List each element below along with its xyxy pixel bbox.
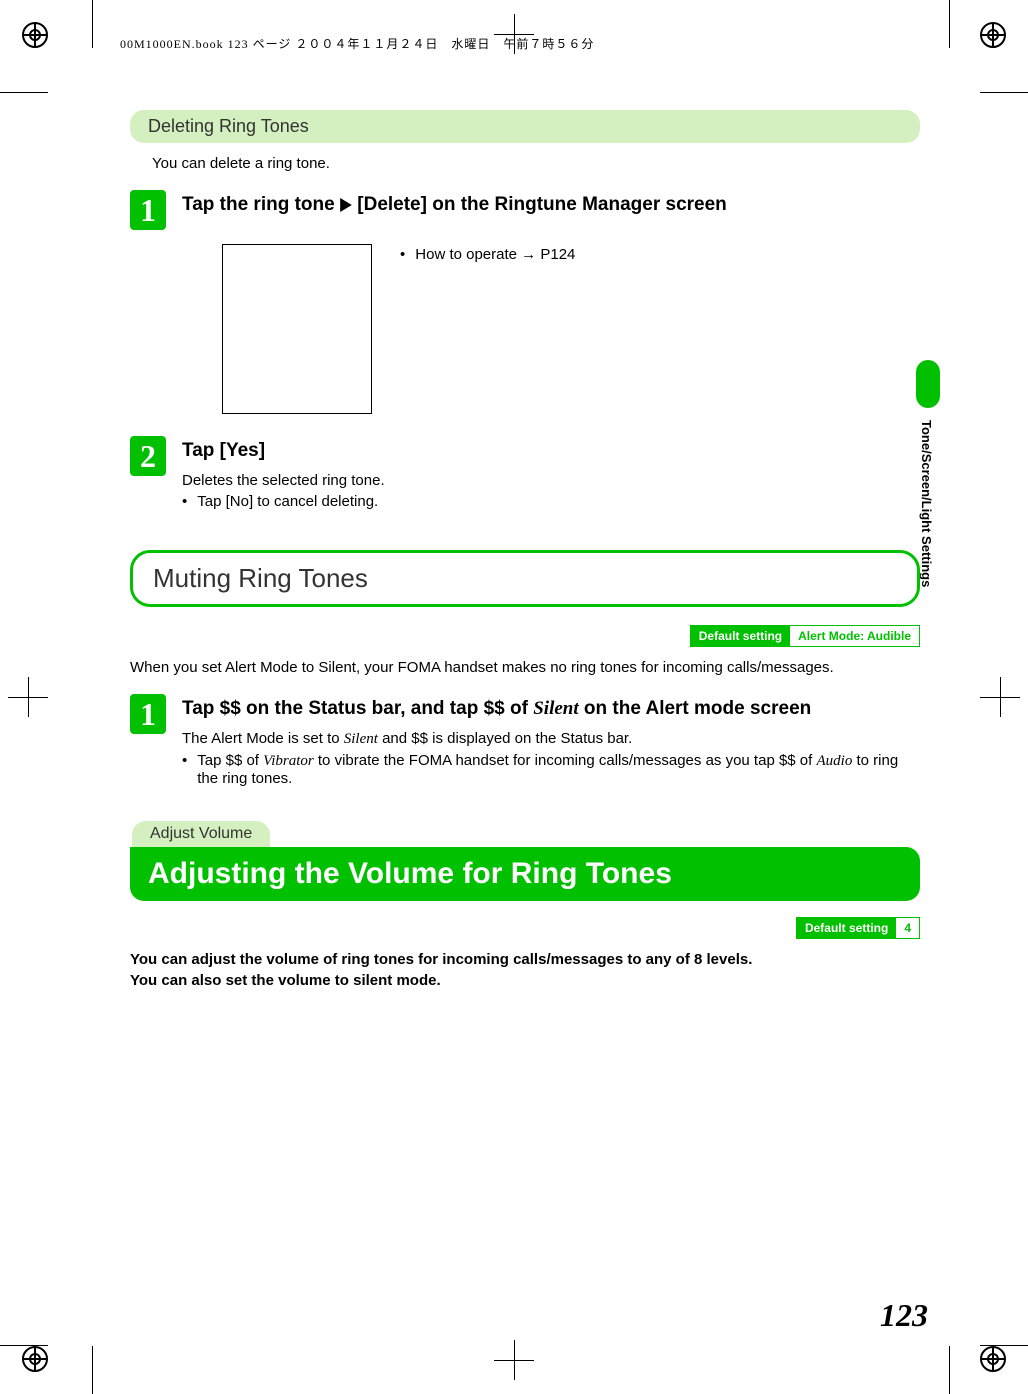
step-number: 2 — [130, 436, 166, 476]
feature-main-heading: Adjusting the Volume for Ring Tones — [130, 847, 920, 901]
step-2-tap-yes: 2 Tap [Yes] Deletes the selected ring to… — [130, 436, 920, 514]
page-content: Deleting Ring Tones You can delete a rin… — [130, 0, 920, 989]
note-prefix: How to operate — [415, 246, 521, 263]
registration-cross — [494, 1340, 534, 1380]
section3-line2: You can also set the volume to silent mo… — [130, 972, 920, 989]
step-silent-title: Tap $$ on the Status bar, and tap $$ of … — [182, 698, 920, 720]
default-setting-box: Default setting 4 — [796, 917, 920, 939]
crop-line — [0, 92, 48, 93]
step-1-title-before: Tap the ring tone — [182, 194, 340, 215]
default-setting-box: Default setting Alert Mode: Audible — [690, 625, 920, 647]
crop-line — [949, 0, 950, 48]
step-2-bullet-text: Tap [No] to cancel deleting. — [197, 493, 378, 510]
crop-line — [92, 0, 93, 48]
step-1-delete: 1 Tap the ring tone [Delete] on the Ring… — [130, 190, 920, 230]
step-2-line1: Deletes the selected ring tone. — [182, 472, 920, 489]
crop-line — [980, 1345, 1028, 1346]
note-arrow: → — [521, 246, 536, 263]
default-setting-value: 4 — [896, 918, 919, 938]
registration-mark — [22, 1346, 48, 1372]
t2: on the Alert mode screen — [584, 698, 811, 719]
step-1-title-after: [Delete] on the Ringtune Manager screen — [357, 194, 727, 215]
default-setting-row-2: Default setting 4 — [130, 917, 920, 939]
registration-cross — [980, 677, 1020, 717]
section-side-label: Tone/Screen/Light Settings — [919, 420, 934, 587]
registration-mark — [980, 1346, 1006, 1372]
page-number: 123 — [880, 1297, 928, 1334]
step-1-title: Tap the ring tone [Delete] on the Ringtu… — [182, 194, 920, 216]
silent-bullet: Tap $$ of Vibrator to vibrate the FOMA h… — [182, 752, 920, 787]
registration-cross — [8, 677, 48, 717]
section3-line1: You can adjust the volume of ring tones … — [130, 951, 920, 968]
screenshot-row: How to operate → P124 — [222, 244, 920, 414]
section1-intro: You can delete a ring tone. — [152, 155, 920, 172]
how-to-operate-note: How to operate → P124 — [400, 246, 575, 263]
step-1-silent: 1 Tap $$ on the Status bar, and tap $$ o… — [130, 694, 920, 791]
default-setting-value: Alert Mode: Audible — [790, 626, 919, 646]
b1-audio: Audio — [816, 753, 852, 769]
t-silent: Silent — [533, 698, 578, 719]
screenshot-note: How to operate → P124 — [400, 244, 575, 267]
section2-intro: When you set Alert Mode to Silent, your … — [130, 659, 920, 676]
feature-sub-heading: Adjust Volume — [132, 821, 270, 847]
t1: Tap $$ on the Status bar, and tap $$ of — [182, 698, 533, 719]
step-2-bullet: Tap [No] to cancel deleting. — [182, 493, 920, 510]
registration-mark — [980, 22, 1006, 48]
crop-line — [0, 1345, 48, 1346]
l1-silent: Silent — [344, 731, 378, 747]
crop-line — [949, 1346, 950, 1394]
b1b: to vibrate the FOMA handset for incoming… — [318, 752, 817, 769]
step-number: 1 — [130, 694, 166, 734]
step-2-title: Tap [Yes] — [182, 440, 920, 462]
triangle-arrow-icon — [340, 198, 352, 212]
heading-deleting-ring-tones: Deleting Ring Tones — [130, 110, 920, 143]
note-ref: P124 — [540, 246, 575, 263]
step-number: 1 — [130, 190, 166, 230]
b1a: Tap $$ of — [197, 752, 263, 769]
default-setting-label: Default setting — [691, 626, 790, 646]
feature-heading-block: Adjust Volume Adjusting the Volume for R… — [130, 821, 920, 901]
silent-line1: The Alert Mode is set to Silent and $$ i… — [182, 730, 920, 748]
screenshot-placeholder — [222, 244, 372, 414]
default-setting-label: Default setting — [797, 918, 896, 938]
l1a: The Alert Mode is set to — [182, 730, 344, 747]
crop-line — [980, 92, 1028, 93]
heading-muting-ring-tones: Muting Ring Tones — [130, 550, 920, 607]
registration-mark — [22, 22, 48, 48]
default-setting-row: Default setting Alert Mode: Audible — [130, 625, 920, 647]
crop-line — [92, 1346, 93, 1394]
l1b: and $$ is displayed on the Status bar. — [382, 730, 632, 747]
b1-vib: Vibrator — [263, 753, 314, 769]
